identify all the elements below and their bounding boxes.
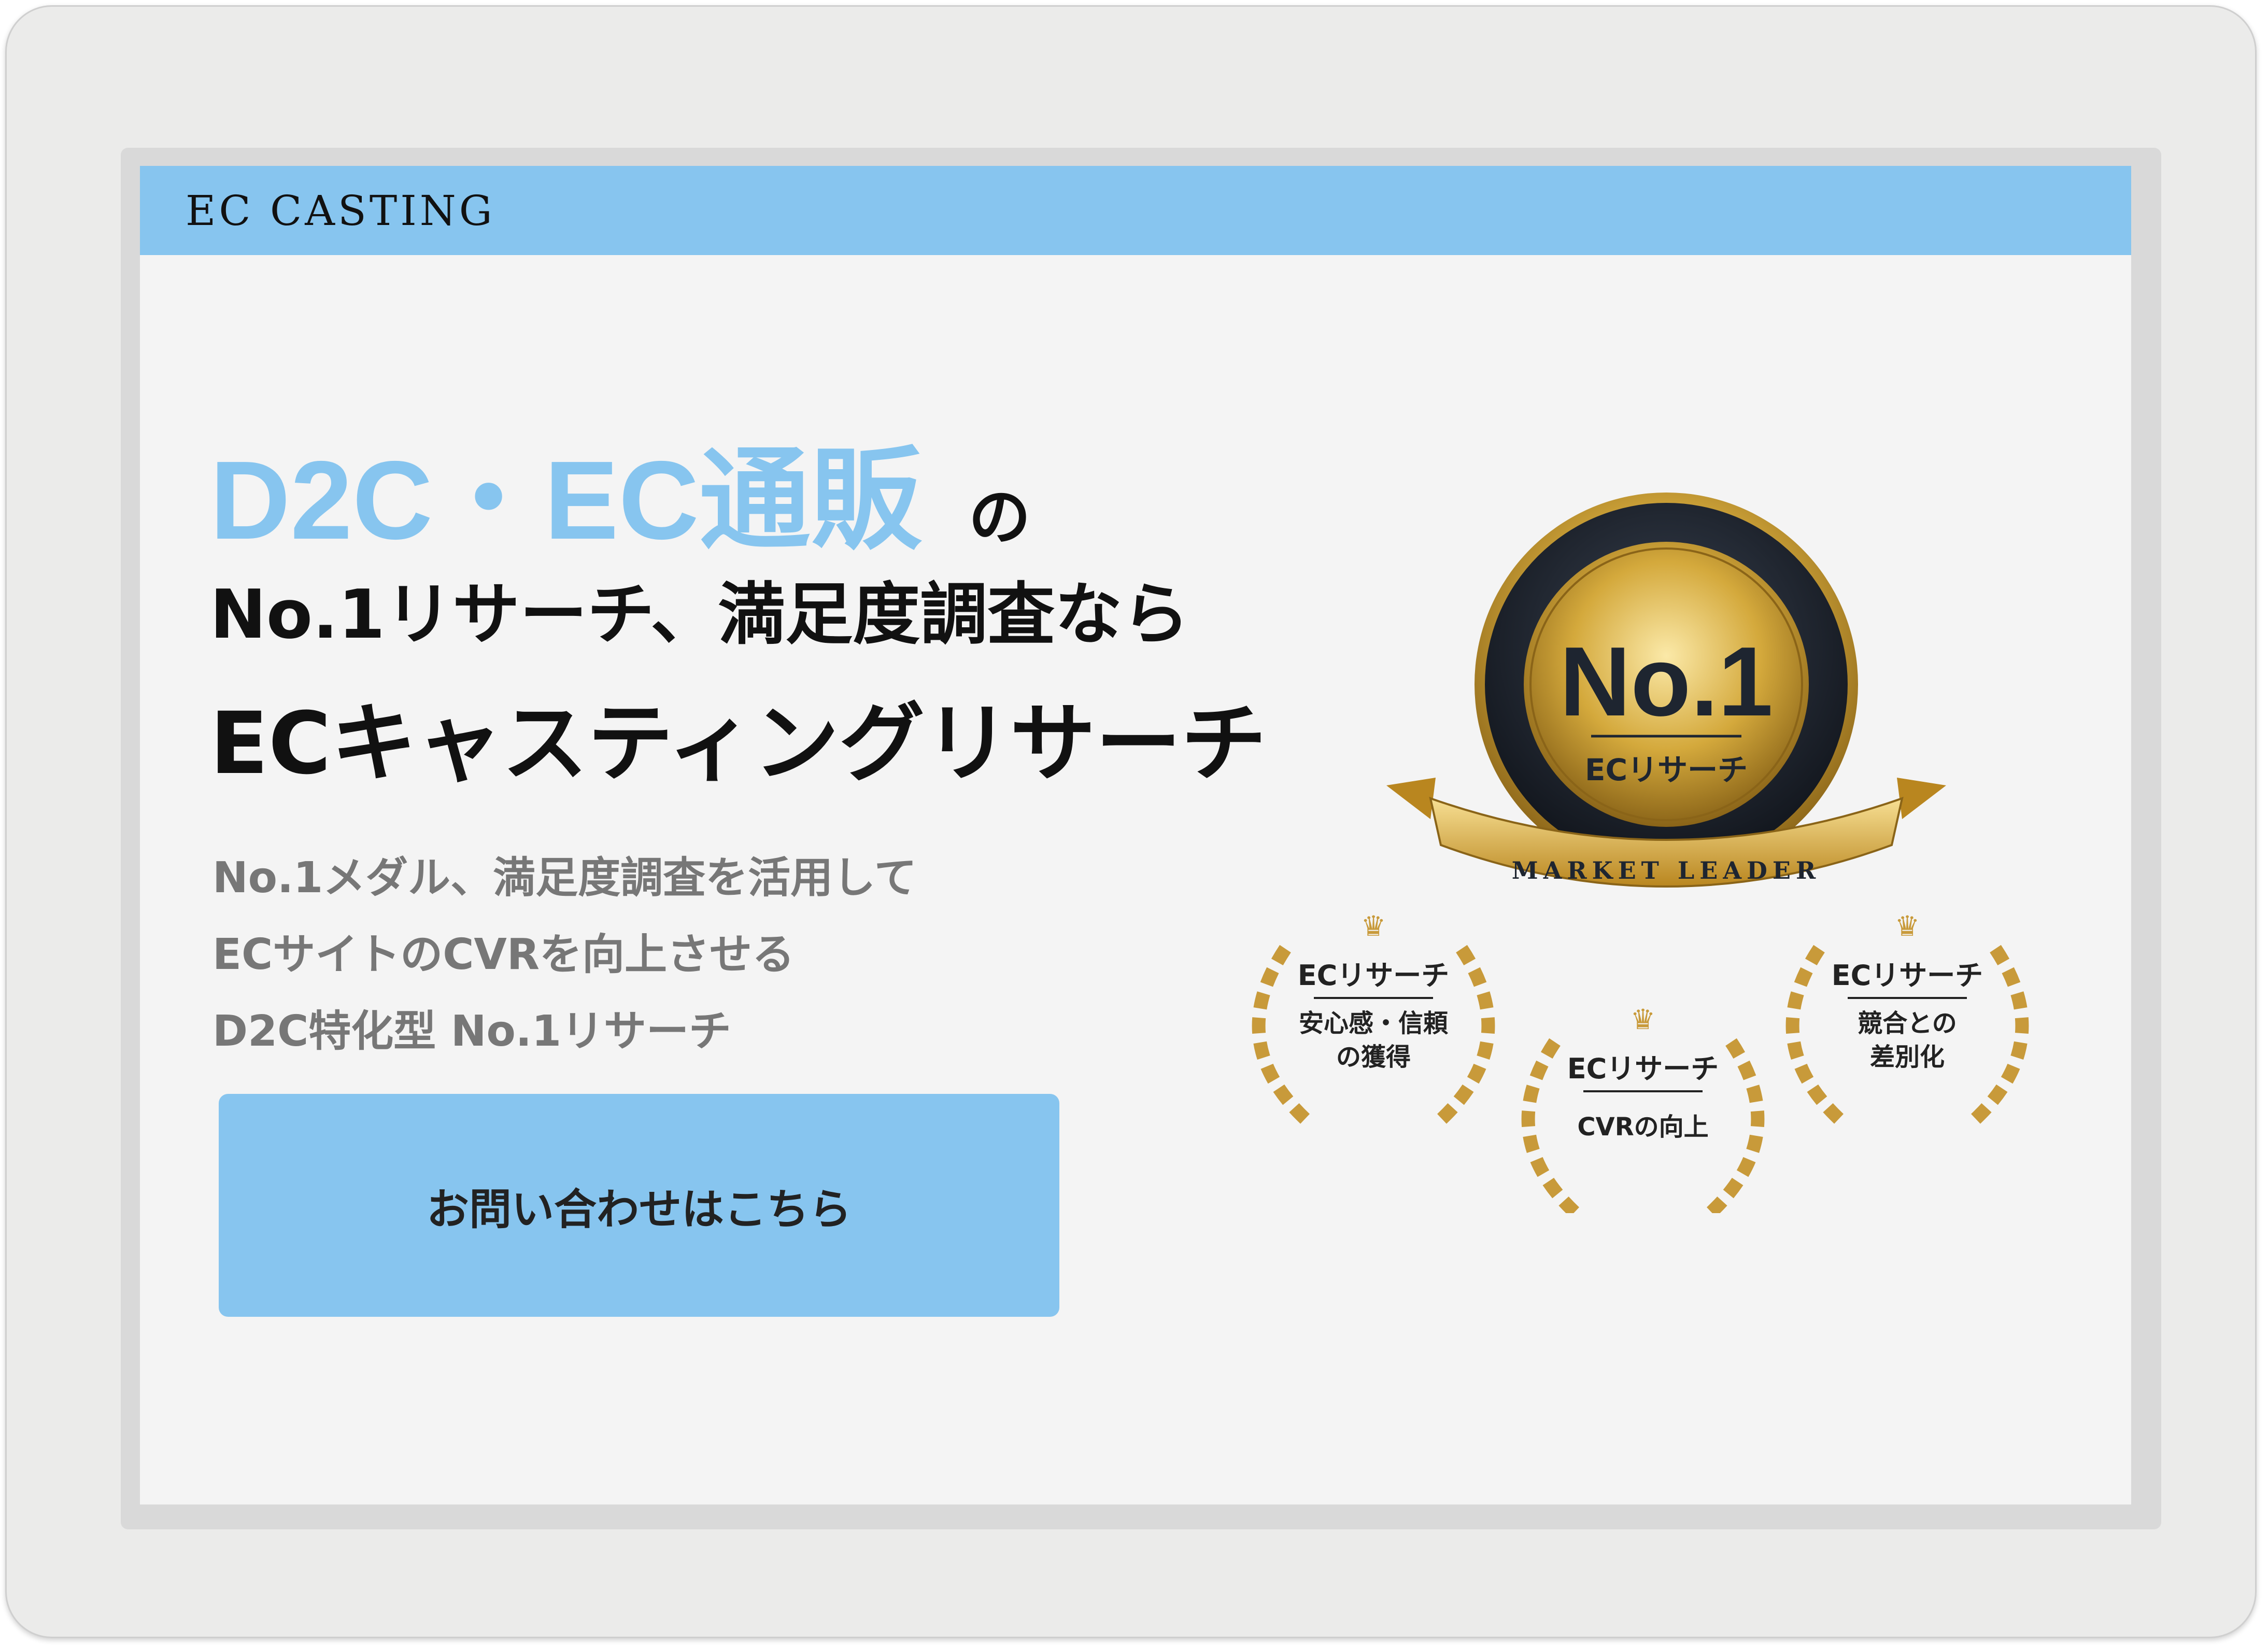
page-screen: EC CASTING D2C・EC通販の No.1リサーチ、満足度調査なら EC… bbox=[140, 166, 2131, 1504]
laurel-badge: ♛ ECリサーチ 競合との 差別化 bbox=[1785, 910, 2029, 1125]
laurel-line: 競合との bbox=[1858, 1009, 1957, 1038]
svg-text:♛: ♛ bbox=[1361, 910, 1386, 942]
laurel-badge: ♛ ECリサーチ CVRの向上 bbox=[1521, 1003, 1765, 1213]
site-header: EC CASTING bbox=[140, 166, 2131, 255]
description-line: No.1メダル、満足度調査を活用して bbox=[212, 853, 917, 903]
medal-ribbon bbox=[1386, 778, 1436, 819]
laurel-line: CVRの向上 bbox=[1577, 1113, 1708, 1142]
no1-medal: No.1 ECリサーチ MARKET LEADER bbox=[1386, 493, 1946, 888]
hero-particle: の bbox=[968, 482, 1031, 554]
hero-accent-text: D2C・EC通販 bbox=[210, 438, 922, 562]
medal-title: No.1 bbox=[1560, 627, 1773, 737]
description-line: ECサイトのCVRを向上させる bbox=[212, 930, 795, 979]
brand-logo[interactable]: EC CASTING bbox=[186, 187, 495, 235]
hero-heading-line1: D2C・EC通販の bbox=[210, 410, 1031, 571]
svg-text:♛: ♛ bbox=[1895, 910, 1920, 942]
laurel-title: ECリサーチ bbox=[1298, 959, 1450, 992]
laurel-line: 安心感・信頼 bbox=[1299, 1009, 1449, 1038]
hero-heading-line2: No.1リサーチ、満足度調査なら bbox=[210, 575, 1190, 654]
laurel-title: ECリサーチ bbox=[1567, 1052, 1719, 1085]
laurel-badge: ♛ ECリサーチ 安心感・信頼 の獲得 bbox=[1252, 910, 1495, 1125]
laurel-title: ECリサーチ bbox=[1832, 959, 1983, 992]
contact-button[interactable]: お問い合わせはこちら bbox=[219, 1094, 1059, 1317]
medal-graphic: No.1 ECリサーチ MARKET LEADER ♛ ECリサーチ 安心感・信… bbox=[1252, 493, 2029, 1213]
ribbon-text: MARKET LEADER bbox=[1512, 856, 1821, 884]
laurel-line: の獲得 bbox=[1336, 1043, 1411, 1072]
hero-description: No.1メダル、満足度調査を活用して ECサイトのCVRを向上させる D2C特化… bbox=[212, 840, 917, 1070]
svg-text:♛: ♛ bbox=[1631, 1003, 1655, 1036]
medal-subtitle: ECリサーチ bbox=[1585, 752, 1748, 787]
hero-heading-line3: ECキャスティングリサーチ bbox=[210, 694, 1267, 793]
description-line: D2C特化型 No.1リサーチ bbox=[212, 1007, 732, 1056]
laurel-line: 差別化 bbox=[1870, 1043, 1945, 1072]
